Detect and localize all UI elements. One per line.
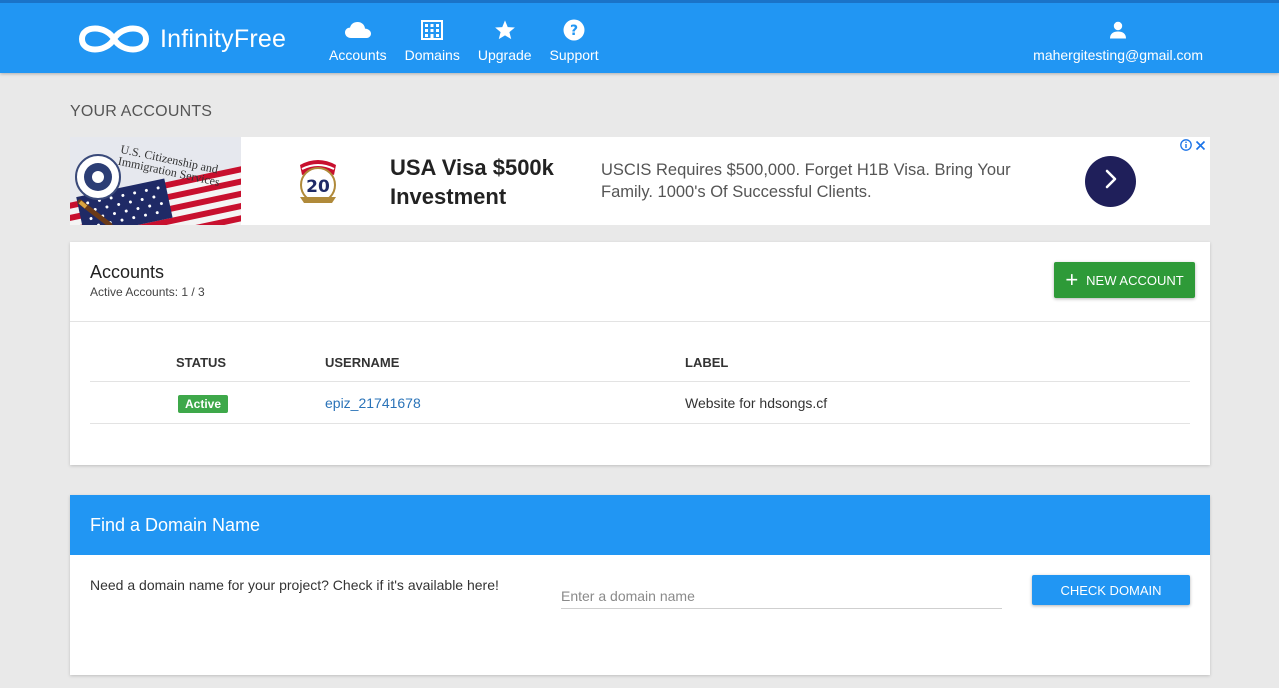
nav-item-label: Domains — [404, 47, 460, 63]
table-row[interactable]: Active epiz_21741678 Website for hdsongs… — [90, 382, 1190, 424]
active-accounts-count: Active Accounts: 1 / 3 — [90, 285, 205, 299]
info-icon[interactable] — [1180, 139, 1192, 153]
chevron-right-icon — [1103, 168, 1119, 195]
nav-item-label: Accounts — [329, 47, 387, 63]
accounts-table: STATUS USERNAME LABEL Active epiz_217416… — [90, 342, 1190, 424]
status-badge: Active — [178, 395, 229, 413]
find-domain-card: Find a Domain Name Need a domain name fo… — [70, 495, 1210, 675]
help-icon: ? — [563, 17, 585, 43]
ad-headline[interactable]: USA Visa $500k Investment — [390, 153, 580, 211]
ad-anniversary-logo-icon: 20 — [294, 155, 342, 207]
account-username-link[interactable]: epiz_21741678 — [325, 395, 421, 411]
nav-item-upgrade[interactable]: Upgrade — [469, 13, 541, 69]
find-domain-title: Find a Domain Name — [90, 515, 261, 535]
ad-seal-number: 20 — [306, 177, 330, 197]
ad-choices — [1180, 139, 1206, 153]
star-icon — [494, 17, 516, 43]
new-account-button[interactable]: + NEW ACCOUNT — [1054, 262, 1195, 298]
user-icon — [1109, 17, 1127, 43]
user-email: mahergitesting@gmail.com — [1033, 47, 1203, 63]
main-nav: Accounts Domains Upgrade ? Support — [320, 13, 608, 69]
accounts-card-header: Accounts Active Accounts: 1 / 3 + NEW AC… — [70, 242, 1210, 322]
user-menu[interactable]: mahergitesting@gmail.com — [1033, 13, 1203, 69]
column-header-label[interactable]: LABEL — [685, 355, 728, 370]
table-header: STATUS USERNAME LABEL — [90, 342, 1190, 382]
domain-search-input[interactable] — [561, 583, 1002, 609]
top-navbar: InfinityFree Accounts Domains Upgrade ? … — [0, 0, 1279, 73]
new-account-label: NEW ACCOUNT — [1086, 272, 1184, 288]
brand[interactable]: InfinityFree — [76, 19, 286, 59]
page-heading: YOUR ACCOUNTS — [70, 103, 213, 120]
infinity-logo-icon — [76, 19, 152, 59]
svg-text:?: ? — [570, 23, 578, 39]
nav-item-accounts[interactable]: Accounts — [320, 13, 396, 69]
nav-item-domains[interactable]: Domains — [396, 13, 469, 69]
check-domain-button[interactable]: CHECK DOMAIN — [1032, 575, 1190, 605]
plus-icon: + — [1065, 267, 1079, 292]
ad-image[interactable]: U.S. Citizenship and Immigration Service… — [70, 137, 241, 225]
column-header-username[interactable]: USERNAME — [325, 355, 399, 370]
ad-open-button[interactable] — [1085, 156, 1136, 207]
nav-item-label: Support — [549, 47, 599, 63]
ad-body-text[interactable]: USCIS Requires $500,000. Forget H1B Visa… — [601, 159, 1021, 203]
find-domain-header: Find a Domain Name — [70, 495, 1210, 555]
nav-item-support[interactable]: ? Support — [541, 13, 608, 69]
account-label: Website for hdsongs.cf — [685, 395, 828, 411]
accounts-title: Accounts — [90, 262, 165, 282]
building-icon — [421, 17, 444, 43]
ad-banner[interactable]: U.S. Citizenship and Immigration Service… — [70, 137, 1210, 225]
column-header-status[interactable]: STATUS — [176, 355, 226, 370]
close-icon[interactable] — [1195, 140, 1206, 153]
cloud-icon — [344, 17, 371, 43]
find-domain-description: Need a domain name for your project? Che… — [90, 577, 499, 593]
brand-name: InfinityFree — [160, 24, 287, 53]
accounts-card: Accounts Active Accounts: 1 / 3 + NEW AC… — [70, 242, 1210, 465]
nav-item-label: Upgrade — [477, 47, 532, 63]
